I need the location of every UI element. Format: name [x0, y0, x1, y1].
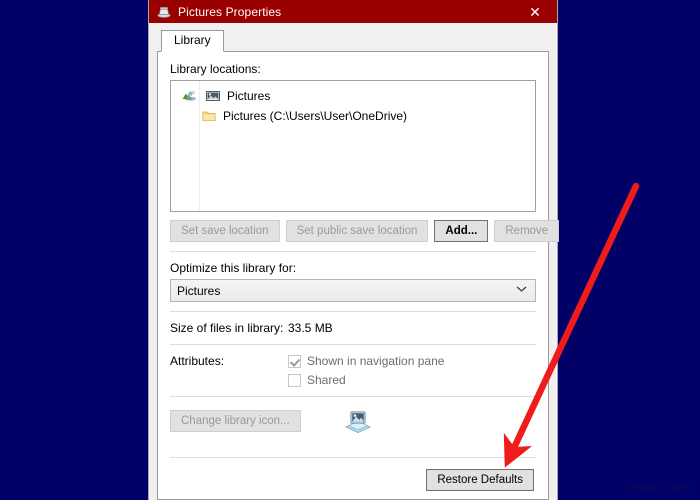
set-public-save-location-button[interactable]: Set public save location: [285, 220, 429, 242]
library-people-icon: [181, 88, 197, 104]
picture-library-icon: [205, 88, 221, 104]
shared-row[interactable]: Shared: [288, 373, 444, 387]
library-locations-label: Library locations:: [170, 62, 261, 76]
dialog-title: Pictures Properties: [178, 4, 282, 19]
library-properties-icon: [156, 4, 172, 20]
attributes-label: Attributes:: [170, 354, 225, 368]
dialog-footer: Restore Defaults: [170, 449, 536, 491]
picture-library-preview-icon: [343, 407, 373, 435]
watermark-text: wsxdn.com: [627, 480, 692, 494]
change-icon-row: Change library icon...: [170, 407, 536, 435]
tabstrip: Library: [157, 30, 549, 52]
close-icon[interactable]: ✕: [513, 0, 557, 23]
chevron-down-icon: [516, 285, 527, 296]
size-value: 33.5 MB: [288, 321, 333, 335]
attributes-checkbox-list: Shown in navigation pane Shared: [288, 354, 444, 387]
change-library-icon-button[interactable]: Change library icon...: [170, 410, 301, 432]
tab-page-library: Library locations: Pictures Pictures (C:…: [157, 51, 560, 500]
remove-button[interactable]: Remove: [494, 220, 560, 242]
divider: [170, 311, 536, 312]
library-locations-list[interactable]: Pictures Pictures (C:\Users\User\OneDriv…: [170, 80, 536, 212]
divider: [170, 396, 536, 397]
list-item-label: Pictures (C:\Users\User\OneDrive): [223, 109, 408, 123]
dialog-body: Library Library locations: Pictures Pict…: [149, 23, 560, 500]
set-save-location-button[interactable]: Set save location: [170, 220, 280, 242]
dialog-titlebar: Pictures Properties ✕: [149, 0, 557, 23]
footer-button-row: Restore Defaults: [170, 458, 536, 491]
shared-label: Shared: [307, 373, 346, 387]
add-button[interactable]: Add...: [434, 220, 489, 242]
tab-library[interactable]: Library: [161, 30, 224, 52]
shared-checkbox[interactable]: [288, 373, 301, 387]
optimize-label: Optimize this library for:: [170, 261, 297, 275]
optimize-selected-value: Pictures: [177, 283, 221, 298]
attributes-row: Attributes: Shown in navigation pane Sha…: [170, 354, 536, 387]
divider: [170, 251, 536, 252]
size-label: Size of files in library:: [170, 321, 284, 335]
list-item-label: Pictures: [227, 89, 271, 103]
shown-in-navigation-pane-row[interactable]: Shown in navigation pane: [288, 354, 444, 368]
shown-in-navigation-pane-label: Shown in navigation pane: [307, 354, 445, 368]
restore-defaults-button[interactable]: Restore Defaults: [426, 469, 534, 491]
pictures-properties-dialog: Pictures Properties ✕ Library Library lo…: [148, 0, 560, 500]
folder-icon: [201, 108, 217, 124]
size-row: Size of files in library: 33.5 MB: [170, 321, 536, 335]
divider: [170, 344, 536, 345]
optimize-combobox[interactable]: Pictures: [170, 279, 536, 302]
list-item[interactable]: Pictures: [171, 86, 535, 106]
shown-in-navigation-pane-checkbox[interactable]: [288, 354, 301, 368]
optimize-section: Optimize this library for: Pictures: [170, 261, 536, 302]
list-item[interactable]: Pictures (C:\Users\User\OneDrive): [171, 106, 535, 126]
location-buttons-row: Set save location Set public save locati…: [170, 220, 560, 242]
